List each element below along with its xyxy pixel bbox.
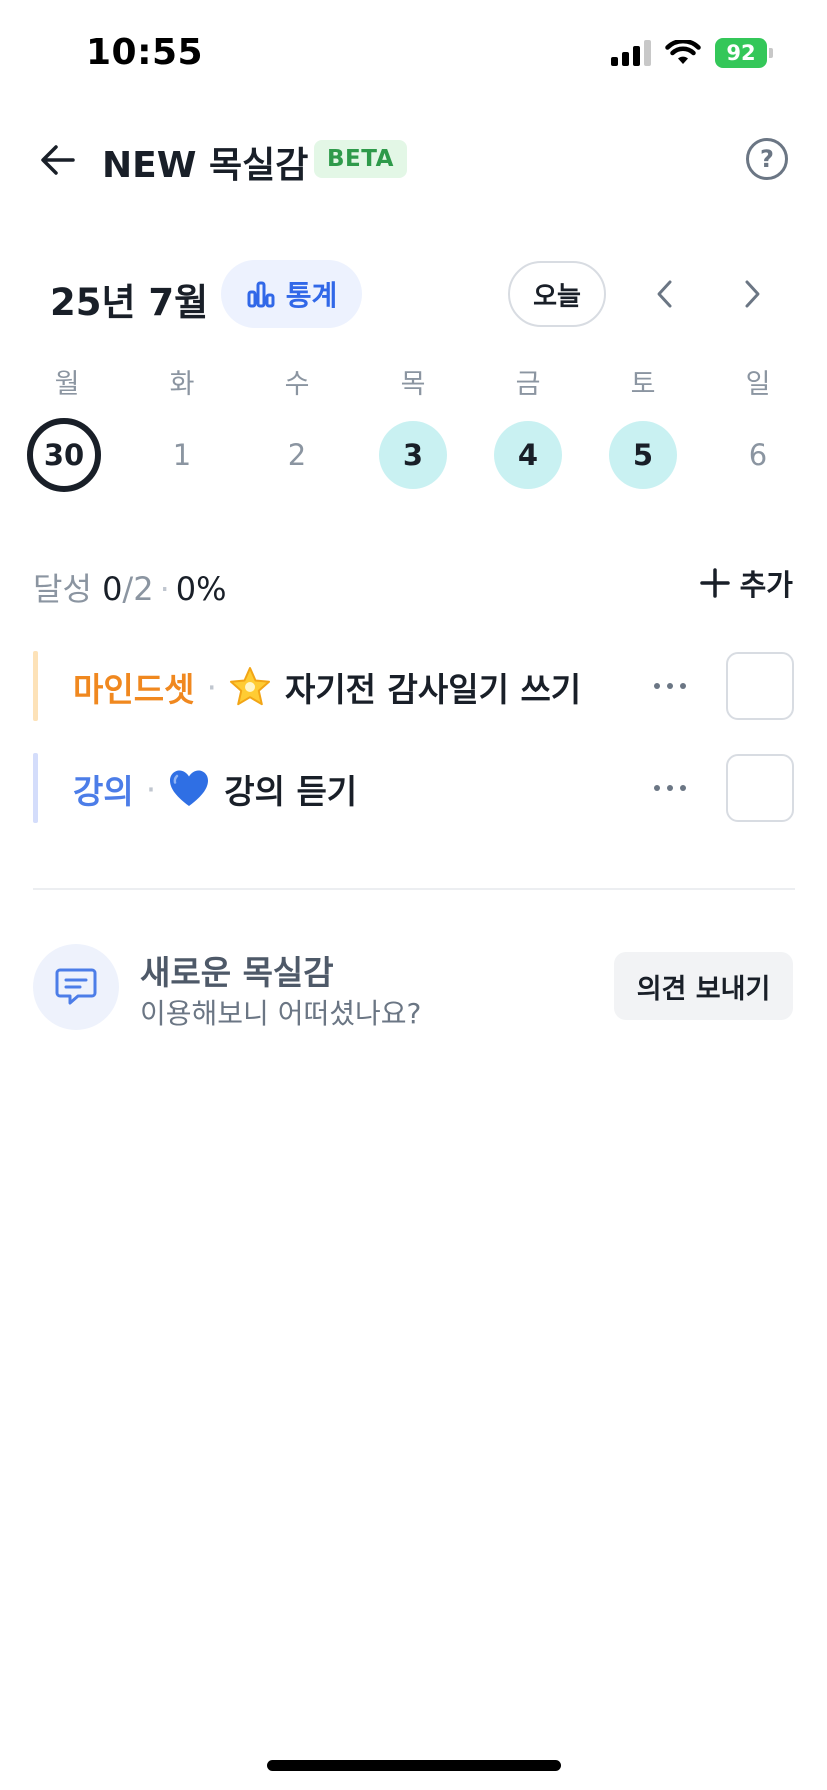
add-task-label: 추가 (739, 568, 793, 602)
beta-badge: BETA (314, 140, 407, 178)
feedback-title: 새로운 목실감 (140, 953, 334, 992)
chevron-left-icon (657, 280, 672, 308)
stats-button[interactable]: 통계 (221, 260, 362, 328)
task-category: 마인드셋 (73, 670, 195, 709)
divider (33, 888, 795, 890)
add-task-button[interactable]: 추가 (699, 562, 793, 604)
task-text[interactable]: 마인드셋 · 자기전 감사일기 쓰기 (73, 663, 581, 711)
weekday-label: 목 (400, 369, 426, 400)
calendar-day[interactable]: 3 (379, 421, 447, 489)
stats-label: 통계 (285, 279, 338, 312)
status-time: 10:55 (86, 32, 204, 73)
weekday-label: 일 (745, 369, 771, 400)
arrow-left-icon (41, 145, 75, 175)
task-item: 강의 · 강의 듣기 (33, 753, 795, 823)
task-category-bar (33, 651, 38, 721)
progress-summary: 달성 0/2 · 0% (33, 570, 227, 608)
status-bar: 10:55 92 (0, 0, 827, 110)
chevron-right-icon (745, 280, 760, 308)
progress-done: 0 (102, 570, 123, 608)
question-icon: ? (760, 145, 774, 173)
task-more-button[interactable] (645, 773, 695, 803)
prev-week-button[interactable] (643, 272, 687, 316)
task-text[interactable]: 강의 · 강의 듣기 (73, 765, 357, 813)
task-category: 강의 (73, 772, 134, 811)
cellular-signal-icon (611, 40, 651, 66)
battery-level: 92 (715, 38, 767, 68)
plus-icon (699, 568, 730, 598)
page-title: NEW 목실감 (102, 145, 309, 186)
progress-label: 달성 (33, 570, 92, 608)
battery-icon: 92 (715, 38, 773, 68)
task-item: 마인드셋 · 자기전 감사일기 쓰기 (33, 651, 795, 721)
task-category-bar (33, 753, 38, 823)
next-week-button[interactable] (730, 272, 774, 316)
calendar-day[interactable]: 2 (263, 421, 331, 489)
weekday-label: 월 (54, 369, 80, 400)
feedback-icon-wrap (33, 944, 119, 1030)
weekday-label: 토 (630, 369, 656, 400)
home-indicator (267, 1760, 561, 1771)
month-label: 25년 7월 (50, 281, 209, 324)
wifi-icon (665, 40, 701, 64)
weekday-label: 금 (515, 369, 541, 400)
task-title: 강의 듣기 (224, 772, 358, 811)
calendar-day[interactable]: 5 (609, 421, 677, 489)
task-checkbox[interactable] (726, 652, 794, 720)
calendar-day[interactable]: 30 (27, 418, 101, 492)
chat-bubble-icon (55, 968, 97, 1005)
calendar-day[interactable]: 6 (724, 421, 792, 489)
task-more-button[interactable] (645, 671, 695, 701)
star-icon (229, 666, 271, 708)
blue-heart-icon (168, 768, 210, 810)
header: NEW 목실감 BETA ? (0, 120, 827, 200)
back-button[interactable] (36, 138, 80, 182)
send-feedback-button[interactable]: 의견 보내기 (614, 952, 793, 1020)
feedback-subtitle: 이용해보니 어떠셨나요? (140, 997, 422, 1030)
calendar-day[interactable]: 4 (494, 421, 562, 489)
today-button[interactable]: 오늘 (508, 261, 606, 327)
task-checkbox[interactable] (726, 754, 794, 822)
progress-percent: 0% (175, 570, 227, 608)
task-title: 자기전 감사일기 쓰기 (284, 670, 582, 709)
progress-total: /2 (122, 570, 154, 608)
weekday-label: 수 (284, 369, 310, 400)
help-button[interactable]: ? (746, 138, 788, 180)
weekday-label: 화 (169, 369, 195, 400)
calendar-day[interactable]: 1 (148, 421, 216, 489)
status-icons: 92 (611, 38, 773, 68)
bar-chart-icon (247, 281, 275, 308)
